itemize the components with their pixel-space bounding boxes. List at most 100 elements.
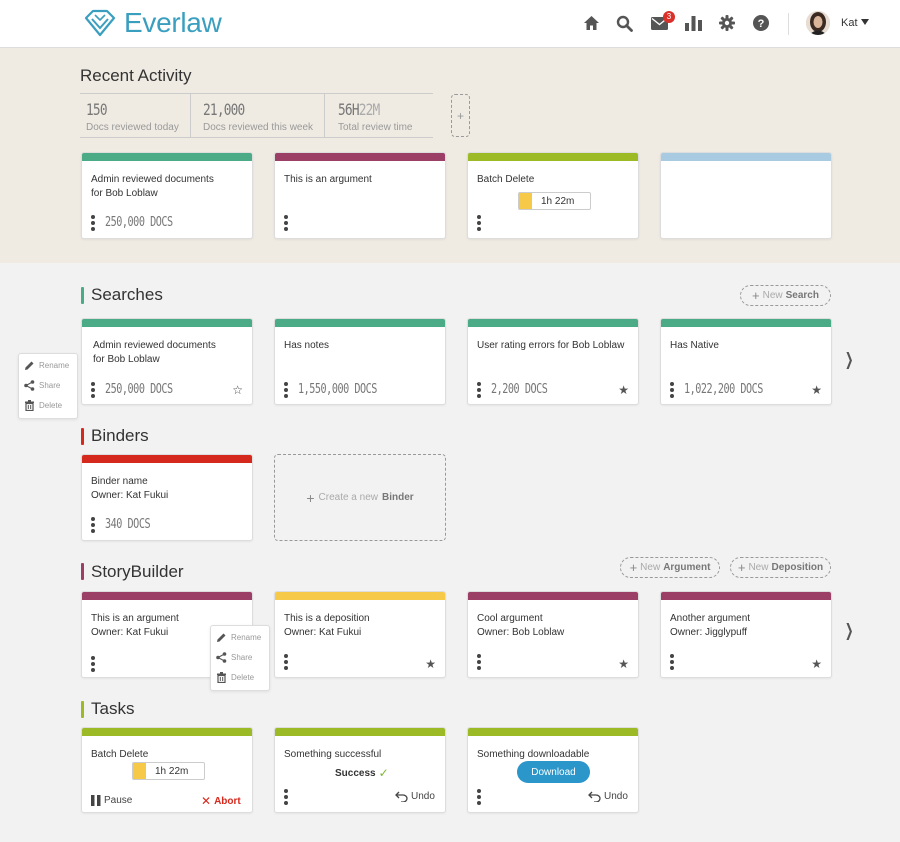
star-icon[interactable]: ★ [811, 658, 822, 670]
card-title: Admin reviewed documents [91, 174, 214, 185]
rename-label: Rename [231, 633, 262, 642]
card-title: Batch Delete [91, 749, 149, 760]
rename-menu-item[interactable]: Rename [24, 360, 69, 371]
mail-badge: 3 [663, 11, 675, 23]
more-options-icon[interactable] [284, 382, 288, 398]
star-icon[interactable]: ★ [811, 384, 822, 396]
share-menu-item[interactable]: Share [216, 652, 252, 663]
more-options-icon[interactable] [91, 656, 95, 672]
share-menu-item[interactable]: Share [24, 380, 60, 391]
card-subtitle: Owner: Kat Fukui [284, 627, 362, 638]
storybuilder-title: StoryBuilder [91, 562, 184, 581]
card-color-bar [661, 319, 831, 327]
card-color-bar [275, 592, 445, 600]
undo-button[interactable]: Undo [395, 791, 435, 802]
home-icon[interactable] [581, 13, 601, 33]
card-title: This is an argument [91, 613, 179, 624]
share-label: Share [231, 653, 253, 662]
delete-menu-item[interactable]: Delete [216, 672, 254, 683]
more-options-icon[interactable] [284, 654, 288, 670]
more-options-icon[interactable] [91, 517, 95, 533]
avatar[interactable] [806, 11, 830, 35]
more-options-icon[interactable] [284, 789, 288, 805]
search-card[interactable]: Has Native 1,022,200 DOCS ★ [660, 318, 832, 405]
help-icon[interactable]: ? [751, 13, 771, 33]
search-card[interactable]: Admin reviewed documents for Bob Loblaw … [81, 318, 253, 405]
chevron-right-icon[interactable]: ❯ [845, 621, 854, 641]
more-options-icon[interactable] [477, 382, 481, 398]
undo-button[interactable]: Undo [588, 791, 628, 802]
new-search-button[interactable]: + New Search [740, 285, 831, 306]
header-divider [788, 13, 789, 35]
storybuilder-card[interactable]: Cool argument Owner: Bob Loblaw ★ [467, 591, 639, 678]
more-options-icon[interactable] [477, 789, 481, 805]
chart-icon[interactable] [683, 13, 703, 33]
delete-menu-item[interactable]: Delete [24, 400, 62, 411]
task-card[interactable]: Something successful Success ✓ Undo [274, 727, 446, 813]
more-options-icon[interactable] [91, 215, 95, 231]
star-outline-icon[interactable]: ☆ [232, 384, 243, 396]
tasks-title: Tasks [91, 699, 135, 718]
user-name[interactable]: Kat [841, 17, 858, 29]
more-options-icon[interactable] [91, 382, 95, 398]
app-name[interactable]: Everlaw [124, 7, 222, 39]
recent-activity-title: Recent Activity [80, 66, 192, 85]
add-stat-button[interactable]: + [451, 94, 470, 137]
everlaw-logo-icon[interactable] [84, 9, 116, 37]
doc-count: 250,000 DOCS [105, 215, 173, 230]
doc-count: 2,200 DOCS [491, 382, 548, 397]
new-argument-button[interactable]: + New Argument [620, 557, 720, 578]
search-card[interactable]: Has notes 1,550,000 DOCS [274, 318, 446, 405]
binder-card[interactable]: Binder name Owner: Kat Fukui 340 DOCS [81, 454, 253, 541]
more-options-icon[interactable] [284, 215, 288, 231]
chevron-right-icon[interactable]: ❯ [845, 350, 854, 370]
more-options-icon[interactable] [477, 654, 481, 670]
card-color-bar [82, 728, 252, 736]
recent-card[interactable]: This is an argument [274, 152, 446, 239]
stat-value: 21,000 [203, 100, 245, 119]
trash-icon [217, 672, 226, 683]
star-icon[interactable]: ★ [618, 384, 629, 396]
close-icon: ✕ [201, 794, 212, 808]
card-title: Something successful [284, 749, 382, 760]
star-icon[interactable]: ★ [425, 658, 436, 670]
search-icon[interactable] [614, 13, 634, 33]
rename-label: Rename [39, 361, 70, 370]
recent-card[interactable]: Admin reviewed documents for Bob Loblaw … [81, 152, 253, 239]
card-color-bar [468, 592, 638, 600]
new-deposition-button[interactable]: + New Deposition [730, 557, 831, 578]
more-options-icon[interactable] [477, 215, 481, 231]
storybuilder-card[interactable]: Another argument Owner: Jigglypuff ★ [660, 591, 832, 678]
task-card[interactable]: Batch Delete 1h 22m Pause ✕ Abort [81, 727, 253, 813]
create-binder-button[interactable]: + Create a new Binder [274, 454, 446, 541]
caret-down-icon[interactable] [861, 19, 869, 25]
pause-button[interactable]: Pause [91, 795, 132, 806]
stat-label: Docs reviewed this week [203, 122, 314, 133]
card-title: Cool argument [477, 613, 543, 624]
abort-button[interactable]: ✕ Abort [201, 794, 241, 808]
download-button[interactable]: Download [517, 761, 590, 783]
card-color-bar [275, 153, 445, 161]
pause-icon [91, 795, 101, 806]
stat-value-hours: 56H [338, 100, 360, 119]
new-label: New [748, 562, 769, 573]
new-label: New [640, 562, 661, 573]
delete-label: Delete [231, 673, 255, 682]
storybuilder-card[interactable]: This is a deposition Owner: Kat Fukui ★ [274, 591, 446, 678]
more-options-icon[interactable] [670, 654, 674, 670]
stats-divider [190, 93, 191, 137]
star-icon[interactable]: ★ [618, 658, 629, 670]
card-title: This is a deposition [284, 613, 370, 624]
rename-menu-item[interactable]: Rename [216, 632, 261, 643]
more-options-icon[interactable] [670, 382, 674, 398]
recent-card[interactable]: Batch Delete 1h 22m [467, 152, 639, 239]
card-color-bar [275, 319, 445, 327]
gear-icon[interactable] [717, 13, 737, 33]
progress-timer: 1h 22m [518, 192, 591, 210]
success-label: Success [335, 767, 376, 779]
task-card[interactable]: Something downloadable Download Undo [467, 727, 639, 813]
doc-count: 1,550,000 DOCS [298, 382, 377, 397]
recent-card[interactable] [660, 152, 832, 239]
create-label: Create a new [318, 492, 378, 503]
search-card[interactable]: User rating errors for Bob Loblaw 2,200 … [467, 318, 639, 405]
